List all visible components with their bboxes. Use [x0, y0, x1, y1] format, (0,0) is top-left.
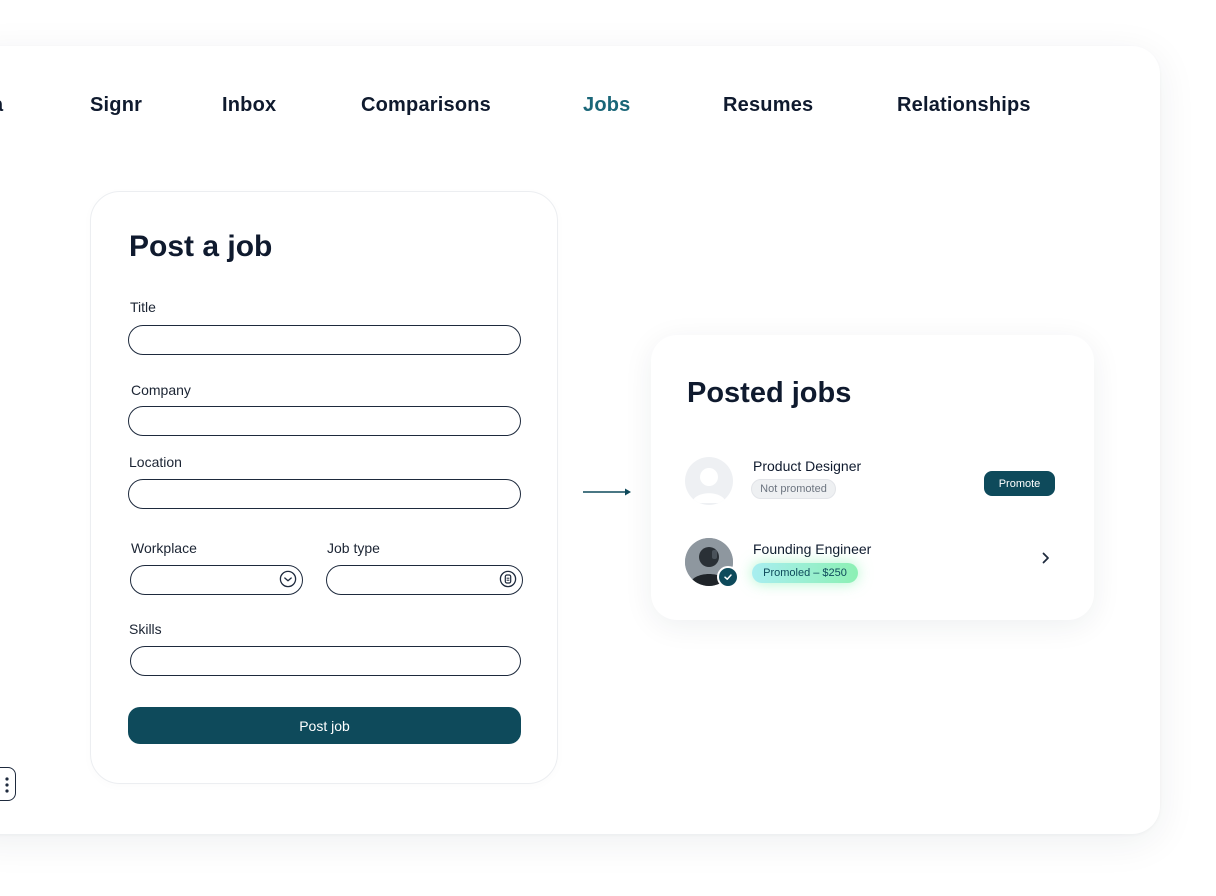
nav-item-comparisons[interactable]: Comparisons	[361, 94, 491, 117]
workplace-input[interactable]	[131, 566, 302, 594]
posted-jobs-title: Posted jobs	[687, 377, 852, 409]
nav-item-signr[interactable]: Signr	[90, 94, 142, 117]
location-field[interactable]	[128, 479, 521, 509]
title-field[interactable]	[128, 325, 521, 355]
job-type-select[interactable]	[326, 565, 523, 595]
verified-check-icon	[717, 566, 739, 588]
status-badge-promoted: Promoled – $250	[752, 563, 858, 583]
nav-item-jobs[interactable]: Jobs	[583, 94, 630, 117]
nav-item-partial[interactable]: a	[0, 94, 3, 117]
document-circle-icon[interactable]	[499, 570, 517, 588]
arrow-right-icon	[583, 488, 631, 496]
skills-label: Skills	[129, 621, 162, 637]
company-input[interactable]	[129, 407, 520, 435]
post-job-button[interactable]: Post job	[128, 707, 521, 744]
chevron-down-circle-icon[interactable]	[279, 570, 297, 588]
title-label: Title	[130, 299, 156, 315]
nav-item-resumes[interactable]: Resumes	[723, 94, 813, 117]
company-label: Company	[131, 382, 191, 398]
chevron-right-icon[interactable]	[1040, 551, 1052, 565]
job-title-product-designer[interactable]: Product Designer	[753, 458, 861, 474]
job-type-input[interactable]	[327, 566, 522, 594]
nav-item-inbox[interactable]: Inbox	[222, 94, 276, 117]
location-label: Location	[129, 454, 182, 470]
post-job-title: Post a job	[129, 230, 273, 263]
workplace-label: Workplace	[131, 540, 197, 556]
skills-field[interactable]	[130, 646, 521, 676]
title-input[interactable]	[129, 326, 520, 354]
job-title-founding-engineer[interactable]: Founding Engineer	[753, 541, 871, 557]
skills-input[interactable]	[131, 647, 520, 675]
placeholder-avatar	[685, 457, 733, 505]
status-badge-not-promoted: Not promoted	[751, 479, 836, 499]
more-vertical-icon	[5, 777, 9, 793]
company-field[interactable]	[128, 406, 521, 436]
job-type-label: Job type	[327, 540, 380, 556]
menu-button[interactable]	[0, 767, 16, 801]
location-input[interactable]	[129, 480, 520, 508]
workplace-select[interactable]	[130, 565, 303, 595]
nav-item-relationships[interactable]: Relationships	[897, 94, 1031, 117]
promote-button[interactable]: Promote	[984, 471, 1055, 496]
